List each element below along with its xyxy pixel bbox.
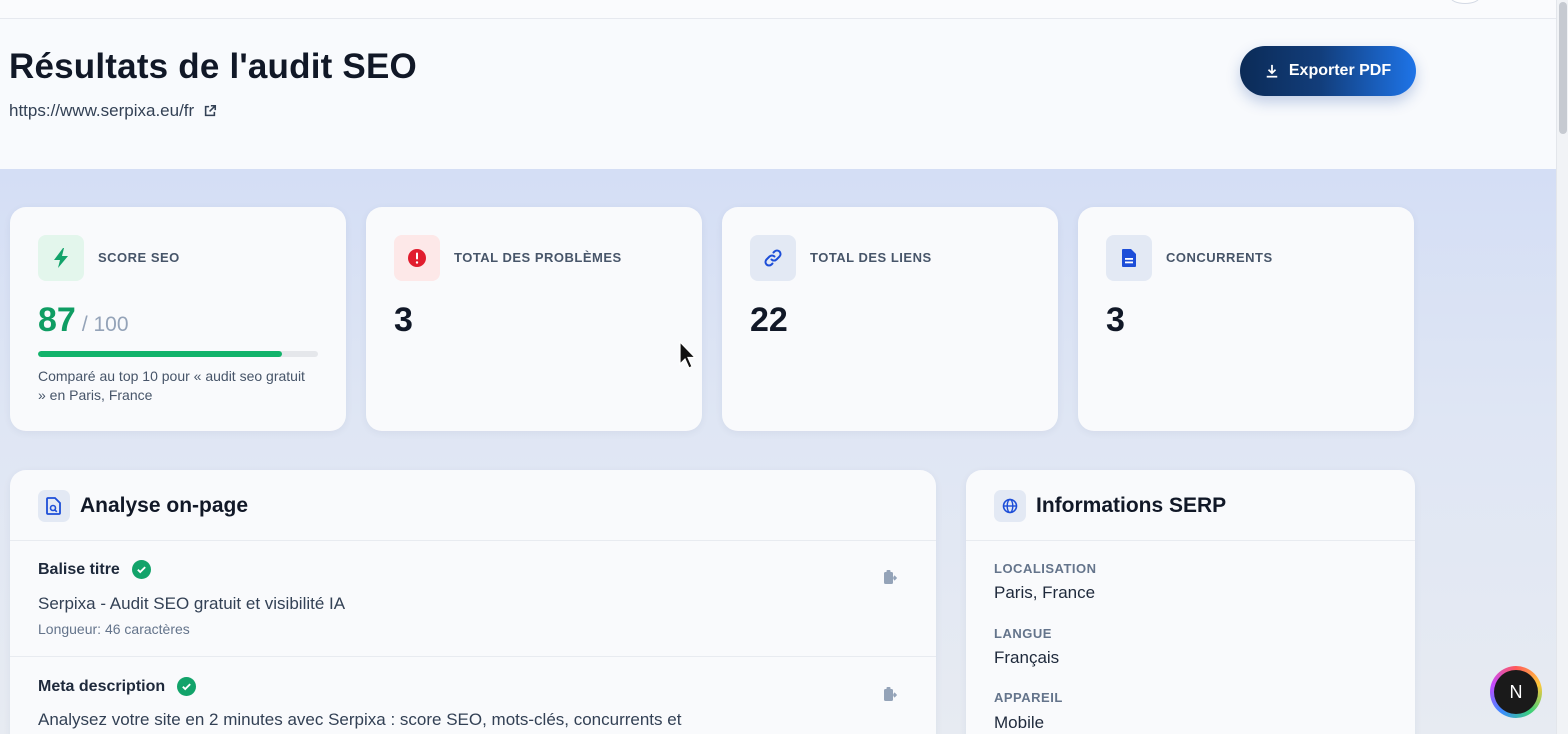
assistant-launcher-letter: N xyxy=(1494,670,1538,714)
serp-field-value: Français xyxy=(994,648,1060,667)
stat-label: TOTAL DES PROBLÈMES xyxy=(454,250,622,265)
stat-value: 87/ 100 xyxy=(38,301,129,340)
serp-field-label: LANGUE xyxy=(994,626,1052,641)
page-scrollbar[interactable] xyxy=(1556,0,1568,734)
stat-card-total-links: TOTAL DES LIENS 22 xyxy=(722,207,1058,431)
page-header: Résultats de l'audit SEO https://www.ser… xyxy=(0,19,1556,169)
serp-info-card: Informations SERP LOCALISATION Paris, Fr… xyxy=(966,470,1415,734)
link-icon xyxy=(750,235,796,281)
divider xyxy=(10,656,936,657)
divider xyxy=(966,540,1415,541)
globe-icon xyxy=(994,490,1026,522)
stat-value: 3 xyxy=(394,301,413,339)
check-icon xyxy=(177,677,197,696)
assistant-launcher-button[interactable]: N xyxy=(1490,666,1542,718)
onpage-item-title: Meta description xyxy=(38,677,197,696)
external-link-icon xyxy=(205,104,217,117)
seo-score-progress-fill xyxy=(38,351,282,357)
onpage-item-value: Serpixa - Audit SEO gratuit et visibilit… xyxy=(38,594,346,613)
section-header: Informations SERP xyxy=(994,490,1226,522)
stat-card-seo-score: SCORE SEO 87/ 100 Comparé au top 10 pour… xyxy=(10,207,346,431)
audited-url: https://www.serpixa.eu/fr xyxy=(9,101,195,120)
seo-score-progress-bar xyxy=(38,351,318,357)
stat-label: TOTAL DES LIENS xyxy=(810,250,932,265)
score-comparison-note: Comparé au top 10 pour « audit seo gratu… xyxy=(38,368,305,403)
copy-icon[interactable] xyxy=(882,686,898,702)
scrollbar-thumb[interactable] xyxy=(1559,2,1567,134)
top-bar xyxy=(0,0,1556,19)
bolt-icon xyxy=(38,235,84,281)
onpage-analysis-card: Analyse on-page Balise titre Serpixa - A… xyxy=(10,470,936,734)
serp-field-value: Mobile xyxy=(994,713,1045,732)
onpage-item-label: Balise titre xyxy=(38,560,120,578)
check-icon xyxy=(131,560,151,579)
alert-icon xyxy=(394,235,440,281)
serp-field-label: LOCALISATION xyxy=(994,561,1097,576)
stat-label: CONCURRENTS xyxy=(1166,250,1273,265)
serp-field-value: Paris, France xyxy=(994,583,1096,602)
seo-score-max: / 100 xyxy=(81,313,129,336)
stat-label: SCORE SEO xyxy=(98,250,180,265)
audited-url-link[interactable]: https://www.serpixa.eu/fr xyxy=(9,101,217,121)
section-title: Analyse on-page xyxy=(80,494,249,517)
search-document-icon xyxy=(38,490,70,522)
section-title: Informations SERP xyxy=(1036,494,1227,517)
serp-field-label: APPAREIL xyxy=(994,690,1063,705)
onpage-item-value: Analysez votre site en 2 minutes avec Se… xyxy=(38,710,682,729)
export-pdf-label: Exporter PDF xyxy=(1288,62,1392,79)
divider xyxy=(10,540,936,541)
mouse-cursor-icon xyxy=(679,341,697,369)
stat-value: 3 xyxy=(1106,301,1125,339)
download-icon xyxy=(1266,64,1278,78)
stat-value: 22 xyxy=(750,301,788,339)
seo-score-value: 87 xyxy=(38,301,76,339)
export-pdf-button[interactable]: Exporter PDF xyxy=(1240,46,1416,96)
onpage-item-title: Balise titre xyxy=(38,560,151,579)
document-icon xyxy=(1106,235,1152,281)
onpage-item-label: Meta description xyxy=(38,677,166,695)
stat-card-total-issues: TOTAL DES PROBLÈMES 3 xyxy=(366,207,702,431)
user-avatar[interactable] xyxy=(1450,0,1480,4)
stat-card-competitors: CONCURRENTS 3 xyxy=(1078,207,1414,431)
copy-icon[interactable] xyxy=(882,569,898,585)
section-header: Analyse on-page xyxy=(38,490,248,522)
page-title: Résultats de l'audit SEO xyxy=(9,47,417,86)
onpage-item-meta: Longueur: 46 caractères xyxy=(38,621,190,637)
